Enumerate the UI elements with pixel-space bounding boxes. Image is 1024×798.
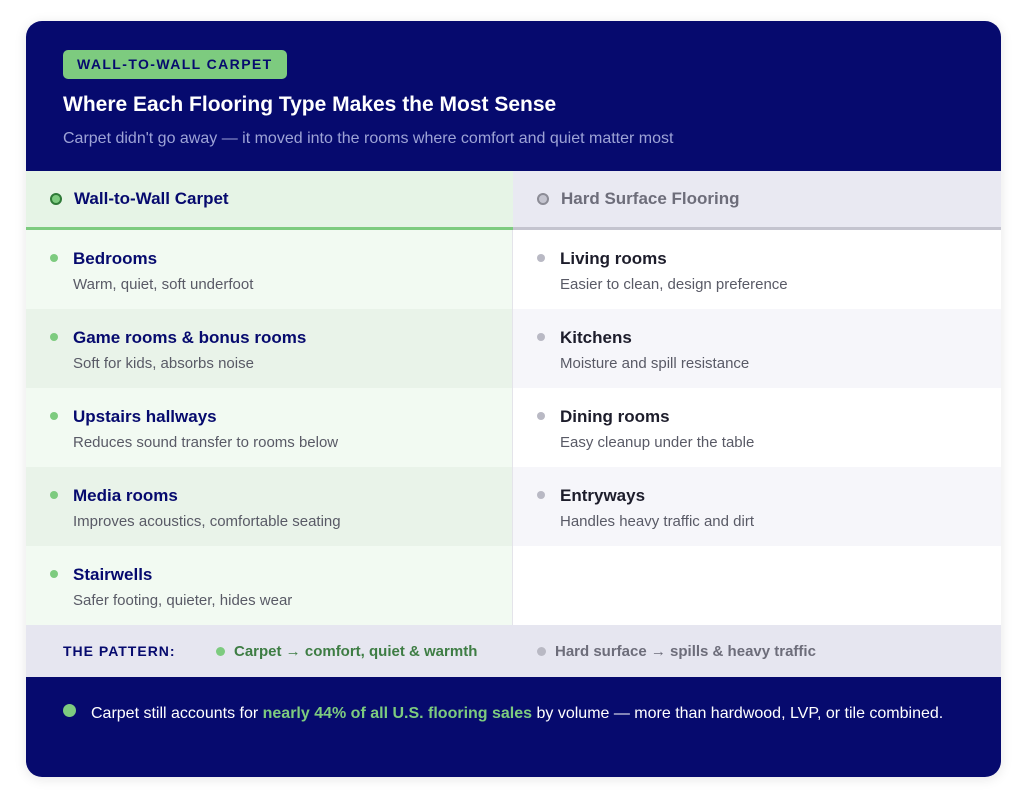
list-item: Stairwells Safer footing, quieter, hides… <box>26 546 513 625</box>
room-description: Safer footing, quieter, hides wear <box>73 592 293 609</box>
list-item: Dining rooms Easy cleanup under the tabl… <box>513 388 1001 467</box>
pattern-carpet-text: Carpet → comfort, quiet & warmth <box>234 642 478 660</box>
bullet-icon <box>537 333 545 341</box>
bullet-icon <box>537 646 546 656</box>
carpet-column-title: Wall-to-Wall Carpet <box>74 189 229 208</box>
footer-text-post: by volume — more than hardwood, LVP, or … <box>532 705 944 722</box>
bullet-icon <box>537 412 545 420</box>
bullet-icon <box>537 254 545 262</box>
room-name: Kitchens <box>560 328 632 347</box>
list-item: Kitchens Moisture and spill resistance <box>513 309 1001 388</box>
header: WALL-TO-WALL CARPET Where Each Flooring … <box>26 21 1001 171</box>
pattern-label: THE PATTERN: <box>63 643 176 659</box>
footer-text: Carpet still accounts for nearly 44% of … <box>91 699 971 728</box>
list-item: Living rooms Easier to clean, design pre… <box>513 230 1001 309</box>
category-badge: WALL-TO-WALL CARPET <box>63 50 287 79</box>
bullet-icon <box>63 704 76 717</box>
room-description: Easier to clean, design preference <box>560 276 788 293</box>
carpet-column-header: Wall-to-Wall Carpet <box>26 171 513 230</box>
room-name: Upstairs hallways <box>73 407 217 426</box>
hard-surface-column-title: Hard Surface Flooring <box>561 189 740 208</box>
list-item: Upstairs hallways Reduces sound transfer… <box>26 388 513 467</box>
footer-highlight: nearly 44% of all U.S. flooring sales <box>262 705 533 722</box>
pattern-hard-surface-text: Hard surface → spills & heavy traffic <box>555 642 816 660</box>
carpet-column: Bedrooms Warm, quiet, soft underfoot Gam… <box>26 230 513 625</box>
circle-icon <box>50 193 62 205</box>
page-title: Where Each Flooring Type Makes the Most … <box>63 93 557 116</box>
bullet-icon <box>50 491 58 499</box>
circle-icon <box>537 193 549 205</box>
room-name: Bedrooms <box>73 249 158 268</box>
footer-text-pre: Carpet still accounts for <box>91 705 263 722</box>
bullet-icon <box>50 333 58 341</box>
hard-surface-column-header: Hard Surface Flooring <box>513 171 1001 230</box>
empty-row <box>513 546 1001 625</box>
page-subtitle: Carpet didn't go away — it moved into th… <box>63 130 674 147</box>
bullet-icon <box>537 491 545 499</box>
comparison-card: WALL-TO-WALL CARPET Where Each Flooring … <box>26 21 1001 777</box>
pattern-carpet: Carpet → comfort, quiet & warmth <box>216 643 477 660</box>
list-item: Bedrooms Warm, quiet, soft underfoot <box>26 230 513 309</box>
room-name: Living rooms <box>560 249 667 268</box>
hard-surface-column: Living rooms Easier to clean, design pre… <box>513 230 1001 625</box>
room-description: Handles heavy traffic and dirt <box>560 513 754 530</box>
bullet-icon <box>50 254 58 262</box>
room-description: Soft for kids, absorbs noise <box>73 355 254 372</box>
room-description: Warm, quiet, soft underfoot <box>73 276 254 293</box>
room-description: Easy cleanup under the table <box>560 434 755 451</box>
footer-note: Carpet still accounts for nearly 44% of … <box>26 677 1001 777</box>
room-description: Moisture and spill resistance <box>560 355 750 372</box>
room-name: Stairwells <box>73 565 153 584</box>
bullet-icon <box>50 570 58 578</box>
room-description: Reduces sound transfer to rooms below <box>73 434 339 451</box>
bullet-icon <box>50 412 58 420</box>
pattern-bar: THE PATTERN: Carpet → comfort, quiet & w… <box>26 625 1001 677</box>
pattern-hard-surface: Hard surface → spills & heavy traffic <box>537 643 816 660</box>
room-name: Dining rooms <box>560 407 670 426</box>
list-item: Entryways Handles heavy traffic and dirt <box>513 467 1001 546</box>
room-description: Improves acoustics, comfortable seating <box>73 513 341 530</box>
room-name: Media rooms <box>73 486 178 505</box>
room-name: Game rooms & bonus rooms <box>73 328 307 347</box>
room-name: Entryways <box>560 486 646 505</box>
list-item: Game rooms & bonus rooms Soft for kids, … <box>26 309 513 388</box>
bullet-icon <box>216 646 225 656</box>
list-item: Media rooms Improves acoustics, comforta… <box>26 467 513 546</box>
